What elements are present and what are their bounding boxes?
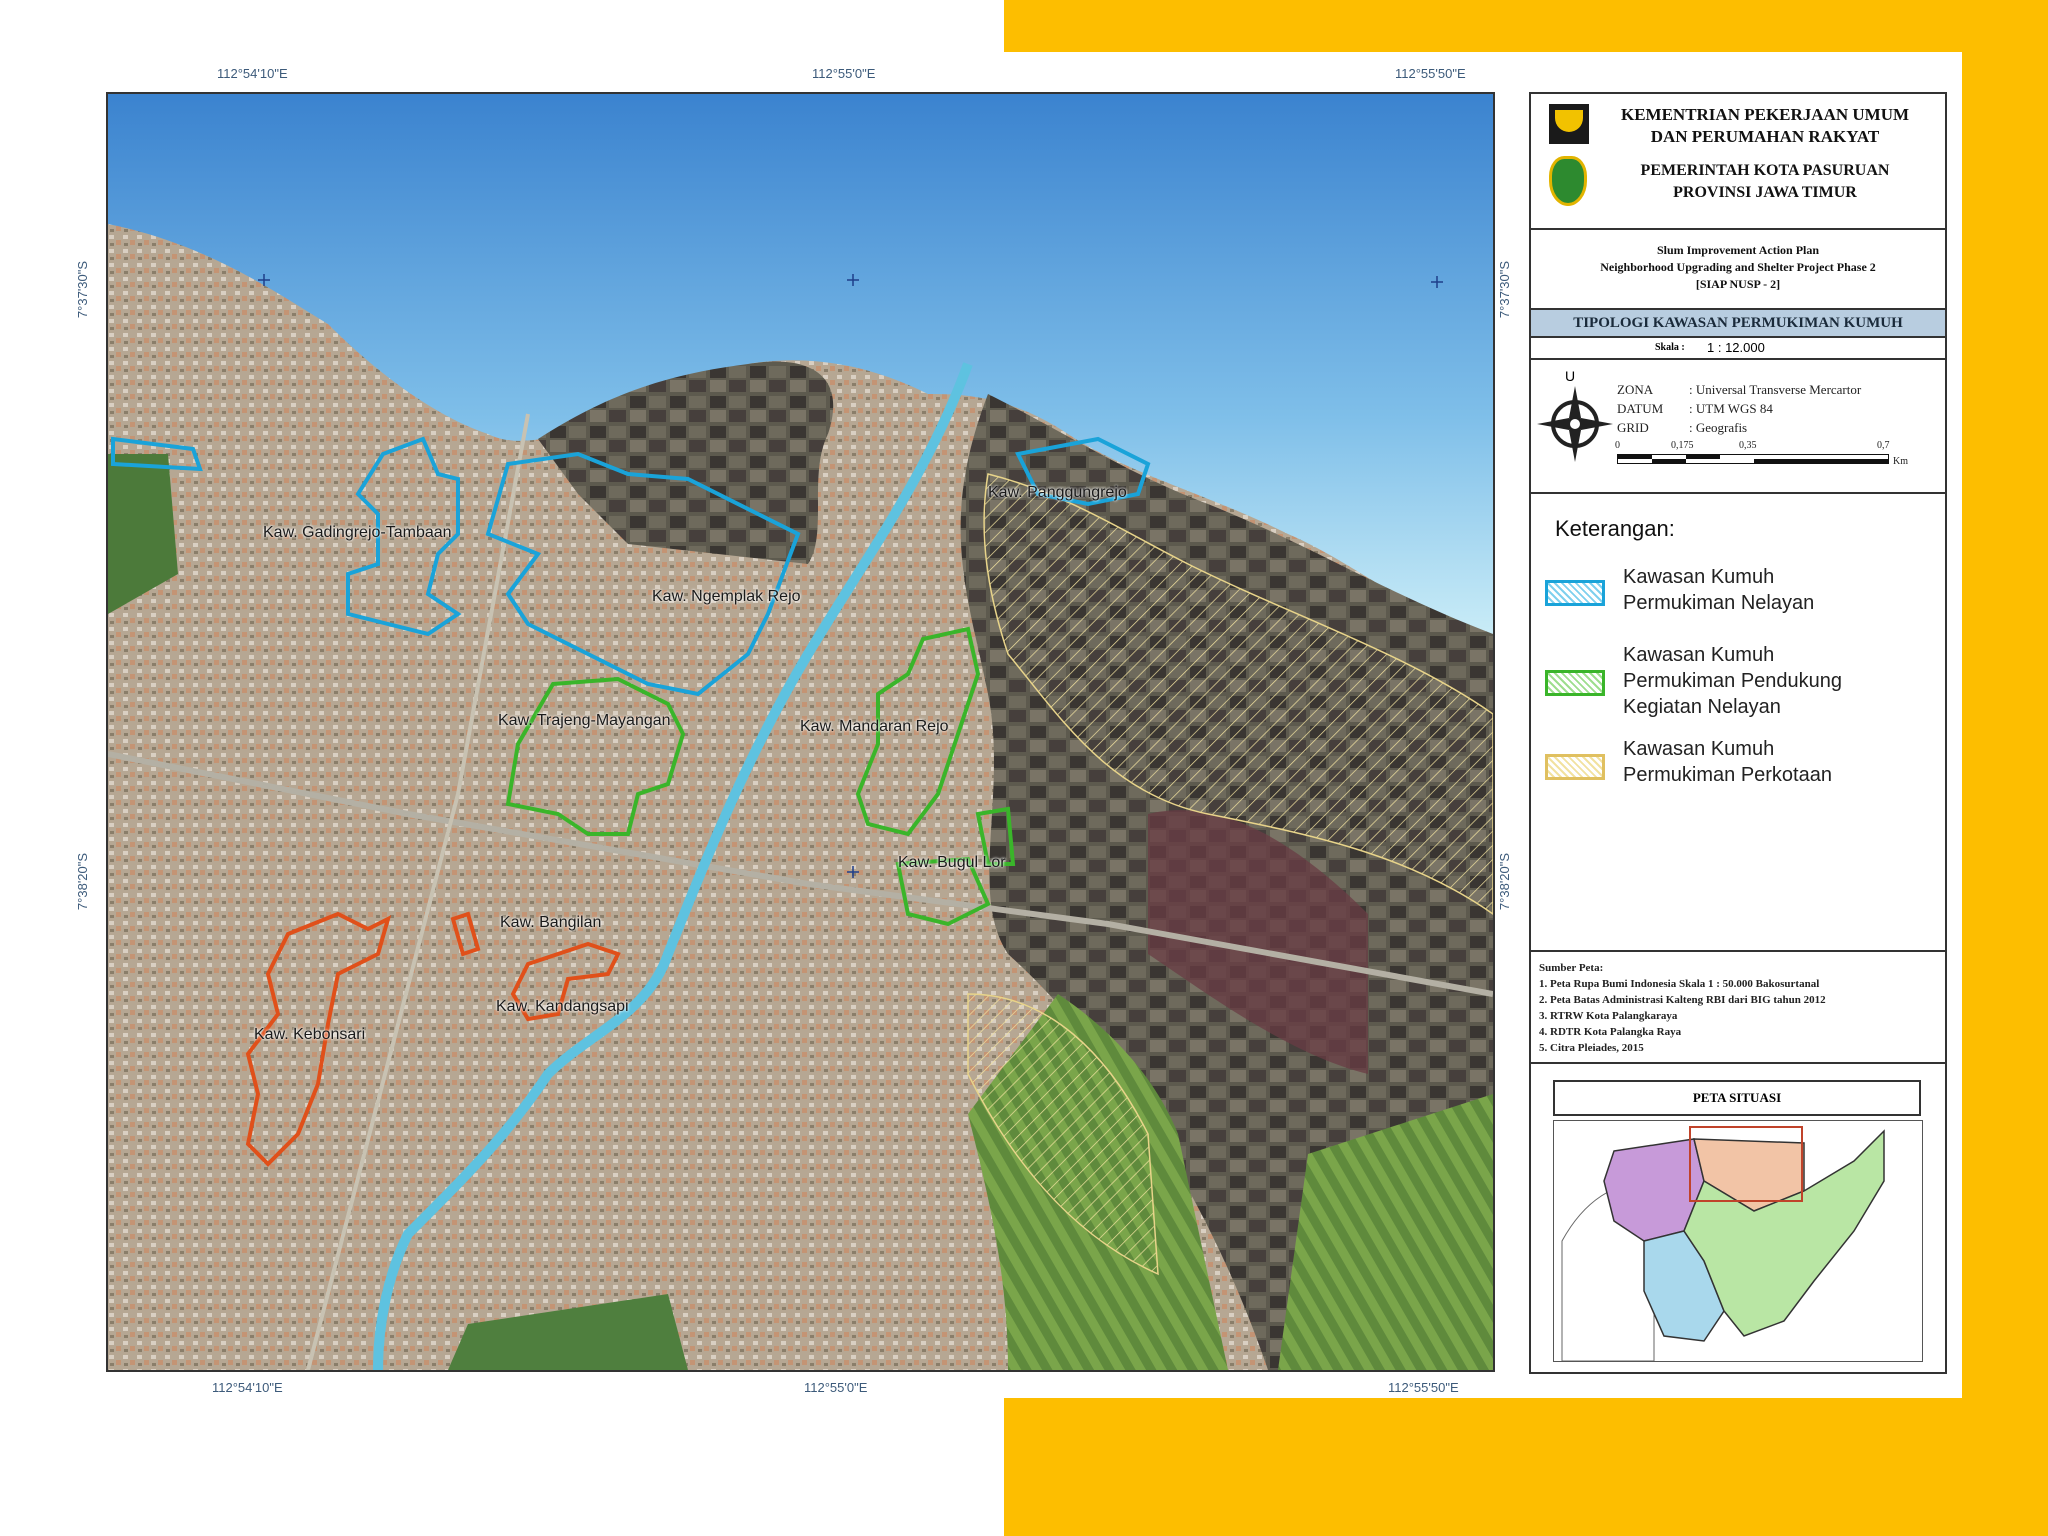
label-mandaran: Kaw. Mandaran Rejo xyxy=(800,718,949,735)
project-line3: [SIAP NUSP - 2] xyxy=(1695,277,1781,291)
satellite-map[interactable]: Kaw. Gadingrejo-Tambaan Kaw. Ngemplak Re… xyxy=(106,92,1495,1372)
label-panggungrejo: Kaw. Panggungrejo xyxy=(988,484,1127,501)
situation-title: PETA SITUASI xyxy=(1553,1080,1921,1116)
coord-top-2: 112°55'0"E xyxy=(812,66,876,81)
project-line2: Neighborhood Upgrading and Shelter Proje… xyxy=(1600,260,1876,274)
coord-right-2: 7°38'20"S xyxy=(1497,852,1513,911)
label-bangilan: Kaw. Bangilan xyxy=(500,914,602,931)
scale-bar xyxy=(1617,454,1889,464)
scale-box: Skala : 1 : 12.000 xyxy=(1531,338,1945,360)
accent-band-top xyxy=(1004,0,2048,52)
coord-bottom-3: 112°55'50"E xyxy=(1388,1380,1459,1395)
coord-left-2: 7°38'20"S xyxy=(75,852,91,911)
source-item: 1. Peta Rupa Bumi Indonesia Skala 1 : 50… xyxy=(1539,978,1820,990)
legend-nelayan-line1: Kawasan Kumuh xyxy=(1623,566,1775,588)
legend-pendukung-line2: Permukiman Pendukung xyxy=(1623,670,1843,692)
source-item: 3. RTRW Kota Palangkaraya xyxy=(1539,1010,1678,1022)
scale-tick-2: 0,35 xyxy=(1739,440,1757,451)
source-item: 4. RDTR Kota Palangka Raya xyxy=(1539,1026,1682,1038)
situation-box: PETA SITUASI xyxy=(1531,1064,1945,1372)
grid-value: : Geografis xyxy=(1689,420,1748,435)
panel-header: KEMENTRIAN PEKERJAAN UMUM DAN PERUMAHAN … xyxy=(1531,94,1945,230)
legend-panel: KEMENTRIAN PEKERJAAN UMUM DAN PERUMAHAN … xyxy=(1529,92,1947,1374)
legend-nelayan-line2: Permukiman Nelayan xyxy=(1623,592,1815,614)
ministry-logo xyxy=(1549,104,1589,144)
legend-swatch-nelayan xyxy=(1545,580,1605,606)
project-line1: Slum Improvement Action Plan xyxy=(1656,243,1820,257)
scale-tick-3: 0,7 xyxy=(1877,440,1890,451)
legend-pendukung-line3: Kegiatan Nelayan xyxy=(1623,696,1781,718)
compass-rose-icon xyxy=(1537,386,1613,462)
ministry-line1: KEMENTRIAN PEKERJAAN UMUM xyxy=(1620,105,1910,124)
situation-map xyxy=(1553,1120,1923,1362)
source-item: 2. Peta Batas Administrasi Kalteng RBI d… xyxy=(1539,994,1826,1006)
legend-pendukung-line1: Kawasan Kumuh xyxy=(1623,644,1775,666)
legend-swatch-perkotaan xyxy=(1545,754,1605,780)
legend-swatch-pendukung xyxy=(1545,670,1605,696)
label-gadingrejo: Kaw. Gadingrejo-Tambaan xyxy=(263,524,452,541)
label-kebonsari: Kaw. Kebonsari xyxy=(254,1026,366,1043)
legend-box: Keterangan: Kawasan Kumuh Permukiman Nel… xyxy=(1531,494,1945,952)
coord-bottom-1: 112°54'10"E xyxy=(212,1380,283,1395)
legend-title: Keterangan: xyxy=(1555,516,1675,541)
map-title-bar: TIPOLOGI KAWASAN PERMUKIMAN KUMUH xyxy=(1531,310,1945,338)
north-label: U xyxy=(1565,368,1576,384)
zona-value: : Universal Transverse Mercartor xyxy=(1689,382,1862,397)
sources-title: Sumber Peta: xyxy=(1539,962,1604,974)
scale-value: 1 : 12.000 xyxy=(1707,340,1765,355)
ministry-line2: DAN PERUMAHAN RAKYAT xyxy=(1650,127,1880,146)
accent-band-bottom xyxy=(1004,1398,2048,1536)
label-trajeng: Kaw. Trajeng-Mayangan xyxy=(498,712,671,729)
label-ngemplak: Kaw. Ngemplak Rejo xyxy=(652,588,801,605)
datum-label: DATUM xyxy=(1617,401,1664,416)
coord-left-1: 7°37'30"S xyxy=(75,260,91,319)
coord-bottom-2: 112°55'0"E xyxy=(804,1380,868,1395)
coord-top-1: 112°54'10"E xyxy=(217,66,288,81)
scale-tick-1: 0,175 xyxy=(1671,440,1694,451)
accent-band-right xyxy=(1962,0,2048,1536)
sources-box: Sumber Peta: 1. Peta Rupa Bumi Indonesia… xyxy=(1531,952,1945,1064)
coord-right-1: 7°37'30"S xyxy=(1497,260,1513,319)
projection-box: U ZONA : Universal Transverse Mercartor D… xyxy=(1531,360,1945,494)
grid-label: GRID xyxy=(1617,420,1649,435)
coord-top-3: 112°55'50"E xyxy=(1395,66,1466,81)
scale-label: Skala : xyxy=(1655,342,1685,353)
gov-line1: PEMERINTAH KOTA PASURUAN xyxy=(1640,162,1890,179)
zona-label: ZONA xyxy=(1617,382,1654,397)
legend-perkotaan-line2: Permukiman Perkotaan xyxy=(1623,764,1832,786)
scale-unit: Km xyxy=(1893,456,1908,467)
datum-value: : UTM WGS 84 xyxy=(1689,401,1773,416)
source-item: 5. Citra Pleiades, 2015 xyxy=(1539,1042,1644,1054)
label-kandangsapi: Kaw. Kandangsapi xyxy=(496,998,629,1015)
project-box: Slum Improvement Action Plan Neighborhoo… xyxy=(1531,230,1945,310)
scale-tick-0: 0 xyxy=(1615,440,1620,451)
label-bugul: Kaw. Bugul Lor xyxy=(898,854,1006,871)
pasuruan-emblem xyxy=(1549,156,1587,206)
gov-line2: PROVINSI JAWA TIMUR xyxy=(1673,184,1857,201)
legend-perkotaan-line1: Kawasan Kumuh xyxy=(1623,738,1775,760)
